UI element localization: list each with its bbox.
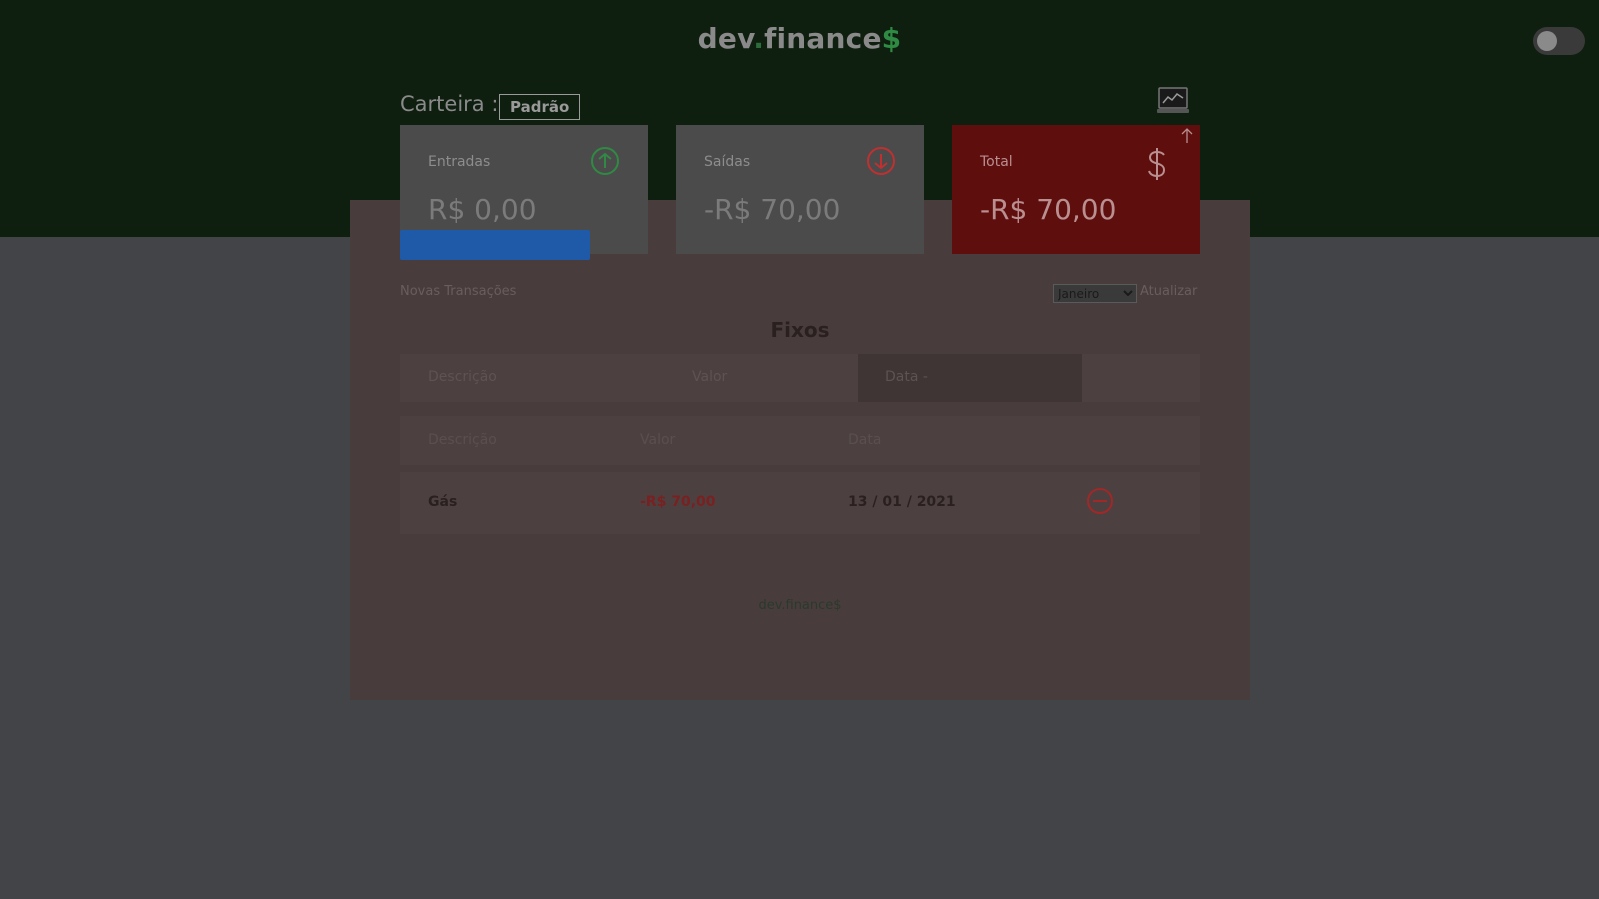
value-field[interactable]: Valor (692, 369, 727, 385)
update-link[interactable]: Atualizar (1140, 284, 1197, 299)
table-row (400, 472, 1200, 534)
footer-brand: dev.finance$ (758, 598, 842, 613)
total-label: Total (980, 154, 1013, 170)
section-title: Fixos (770, 318, 830, 342)
dollar-sign-icon (1142, 146, 1172, 186)
expense-amount: -R$ 70,00 (704, 193, 841, 226)
date-field-label: Data - (885, 369, 928, 385)
chart-monitor-icon[interactable] (1156, 86, 1190, 116)
total-card: Total -R$ 70,00 (952, 125, 1200, 254)
income-amount: R$ 0,00 (428, 193, 537, 226)
arrow-up-circle-icon (590, 146, 620, 180)
highlight-bar[interactable] (400, 230, 590, 260)
expense-card: Saídas -R$ 70,00 (676, 125, 924, 254)
header-date: Data (848, 432, 882, 448)
toggle-knob (1537, 31, 1557, 51)
income-label: Entradas (428, 154, 491, 170)
header-value: Valor (640, 432, 676, 448)
row-date: 13 / 01 / 2021 (848, 494, 956, 510)
total-amount: -R$ 70,00 (980, 193, 1117, 226)
wallet-label: Carteira : (400, 92, 499, 116)
row-value: -R$ 70,00 (640, 494, 716, 510)
row-description: Gás (428, 494, 458, 510)
app-logo: dev.finance$ (697, 22, 902, 55)
new-transactions-link[interactable]: Novas Transações (400, 284, 516, 299)
arrow-up-icon[interactable] (1180, 128, 1194, 148)
expense-label: Saídas (704, 154, 751, 170)
dash-icon: - (922, 369, 928, 385)
arrow-down-circle-icon (866, 146, 896, 180)
header-description: Descrição (428, 432, 497, 448)
table-header (400, 416, 1200, 465)
description-field[interactable]: Descrição (428, 369, 497, 385)
theme-toggle[interactable] (1533, 27, 1585, 55)
month-select[interactable]: Janeiro (1053, 284, 1137, 303)
remove-circle-icon[interactable] (1086, 487, 1114, 519)
wallet-name-button[interactable]: Padrão (499, 94, 581, 120)
